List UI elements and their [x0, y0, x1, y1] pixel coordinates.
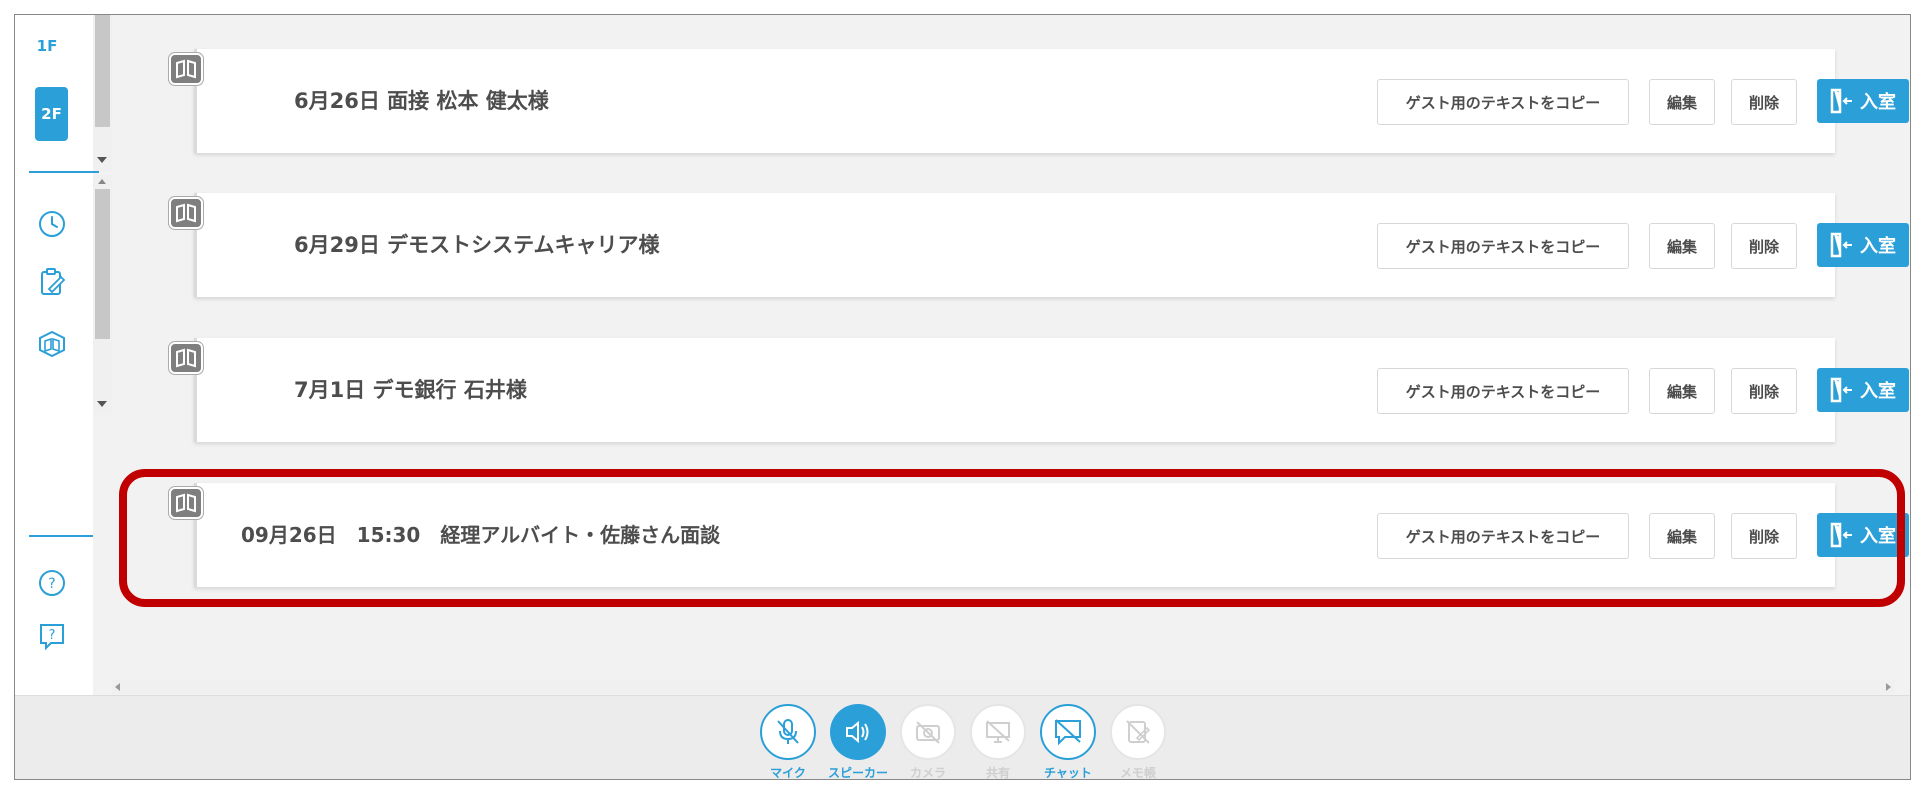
- share-label: 共有: [985, 766, 1010, 780]
- floor-1f-tab[interactable]: 1F: [35, 37, 59, 55]
- copy-guest-text-button[interactable]: ゲスト用のテキストをコピー: [1377, 79, 1629, 125]
- clipboard-edit-icon[interactable]: [37, 267, 67, 297]
- enter-room-label: 入室: [1860, 92, 1896, 113]
- room-cube-icon: [169, 197, 203, 229]
- scrollbar-thumb[interactable]: [95, 189, 110, 339]
- copy-guest-text-button[interactable]: ゲスト用のテキストをコピー: [1377, 223, 1629, 269]
- annotation-highlight-box: [119, 469, 1905, 607]
- scrollbar-thumb[interactable]: [95, 15, 110, 127]
- meeting-card: 6月29日 デモストシステムキャリア様 ゲスト用のテキストをコピー 編集 削除 …: [194, 193, 1909, 297]
- help-circle-icon[interactable]: ?: [37, 568, 67, 598]
- memo-button[interactable]: [1110, 704, 1166, 760]
- sidebar-divider: [29, 171, 99, 173]
- edit-button[interactable]: 編集: [1649, 223, 1715, 269]
- sidebar-divider-lower: [29, 535, 93, 537]
- enter-room-label: 入室: [1860, 381, 1896, 402]
- app-window: 1F 2F ? ? 6月26日 面接 松本 健太様 ゲスト用のテキストをコピー …: [14, 14, 1911, 780]
- chat-button[interactable]: [1040, 704, 1096, 760]
- meeting-card: 7月1日 デモ銀行 石井様 ゲスト用のテキストをコピー 編集 削除 入室: [194, 338, 1909, 442]
- scroll-right-arrow-icon[interactable]: [1884, 683, 1892, 691]
- svg-text:?: ?: [48, 576, 55, 592]
- memo-label: メモ帳: [1119, 766, 1156, 780]
- speaker-icon: [846, 720, 869, 744]
- floor-list-scrollbar[interactable]: [93, 15, 112, 171]
- edit-button[interactable]: 編集: [1649, 79, 1715, 125]
- enter-room-button[interactable]: 入室: [1817, 79, 1909, 123]
- chat-label: チャット: [1044, 766, 1092, 780]
- mic-button[interactable]: [760, 704, 816, 760]
- svg-text:?: ?: [49, 628, 56, 643]
- speaker-button[interactable]: [830, 704, 886, 760]
- delete-button[interactable]: 削除: [1731, 79, 1797, 125]
- meeting-title: 7月1日 デモ銀行 石井様: [294, 378, 527, 402]
- speaker-label: スピーカー: [827, 766, 888, 780]
- floor-2f-tab[interactable]: 2F: [35, 87, 68, 141]
- mic-muted-icon: [777, 719, 799, 744]
- scroll-up-arrow-icon[interactable]: [98, 179, 106, 184]
- delete-button[interactable]: 削除: [1731, 368, 1797, 414]
- door-enter-icon: [1830, 377, 1852, 403]
- room-cube-icon: [169, 342, 203, 374]
- delete-button[interactable]: 削除: [1731, 223, 1797, 269]
- camera-label: カメラ: [909, 766, 946, 780]
- meeting-title: 6月26日 面接 松本 健太様: [294, 89, 549, 113]
- camera-button[interactable]: [900, 704, 956, 760]
- enter-room-button[interactable]: 入室: [1817, 368, 1909, 412]
- door-enter-icon: [1830, 88, 1852, 114]
- floor-sidebar: 1F 2F ? ?: [15, 15, 99, 695]
- enter-room-button[interactable]: 入室: [1817, 223, 1909, 267]
- menu-scrollbar[interactable]: [93, 175, 112, 415]
- media-toolbar: マイク スピーカー カメラ 共有 チャット メモ帳: [15, 695, 1910, 780]
- room-cube-icon: [169, 53, 203, 85]
- enter-room-label: 入室: [1860, 236, 1896, 257]
- edit-button[interactable]: 編集: [1649, 368, 1715, 414]
- meeting-card: 6月26日 面接 松本 健太様 ゲスト用のテキストをコピー 編集 削除 入室: [194, 49, 1909, 153]
- screen-share-off-icon: [986, 720, 1010, 743]
- share-button[interactable]: [970, 704, 1026, 760]
- horizontal-scrollbar[interactable]: [112, 680, 1894, 694]
- door-enter-icon: [1830, 232, 1852, 258]
- room-cube-icon[interactable]: [37, 329, 67, 359]
- scroll-left-arrow-icon[interactable]: [114, 683, 122, 691]
- memo-off-icon: [1126, 720, 1151, 744]
- copy-guest-text-button[interactable]: ゲスト用のテキストをコピー: [1377, 368, 1629, 414]
- scroll-down-arrow-icon[interactable]: [97, 401, 107, 407]
- camera-off-icon: [916, 721, 940, 744]
- meeting-title: 6月29日 デモストシステムキャリア様: [294, 233, 660, 257]
- scroll-down-arrow-icon[interactable]: [97, 157, 107, 163]
- clock-icon[interactable]: [37, 209, 67, 239]
- help-chat-icon[interactable]: ?: [37, 621, 67, 651]
- mic-label: マイク: [770, 766, 806, 780]
- chat-off-icon: [1055, 719, 1081, 746]
